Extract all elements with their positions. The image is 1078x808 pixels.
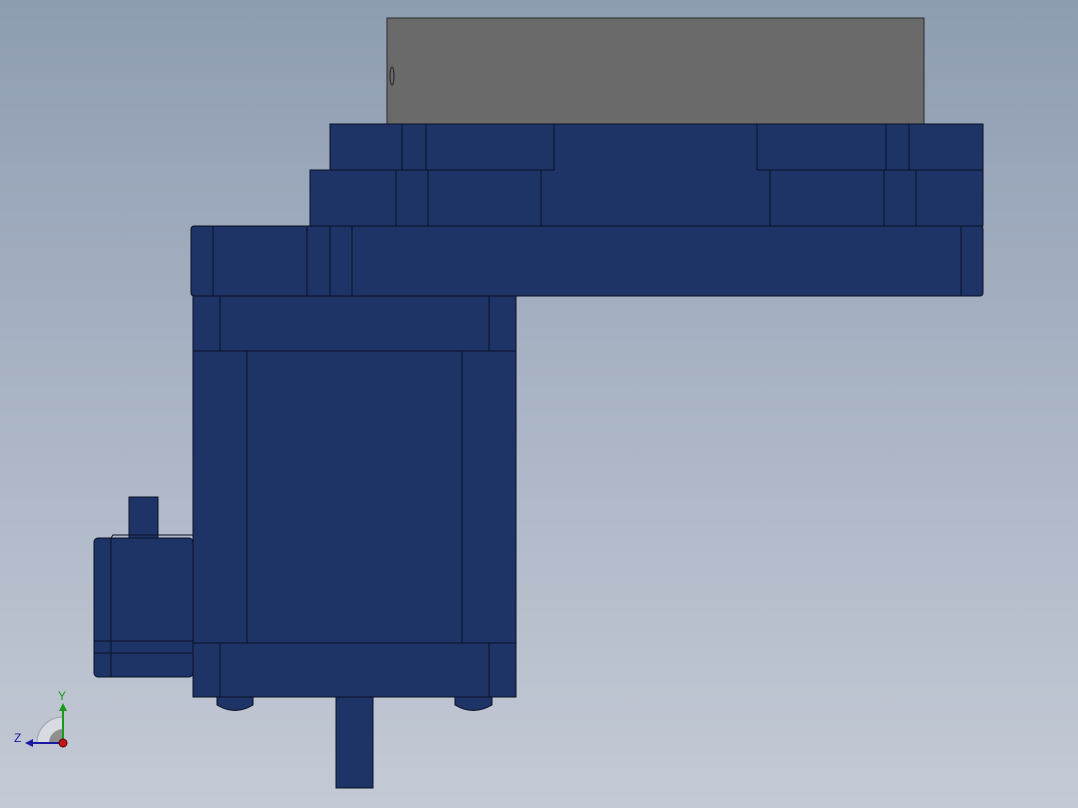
- gray-top-cap[interactable]: [386, 17, 925, 125]
- orientation-triad: Y Z: [14, 689, 68, 748]
- y-axis-label: Y: [58, 689, 66, 703]
- model-view[interactable]: Y Z: [0, 0, 1078, 808]
- connector-pin[interactable]: [128, 496, 159, 539]
- horizontal-arm[interactable]: [190, 225, 984, 297]
- motor-shaft[interactable]: [335, 696, 374, 789]
- y-axis-arrow-icon: [59, 703, 67, 711]
- motor-body[interactable]: [192, 295, 517, 698]
- z-axis-label: Z: [14, 731, 21, 745]
- left-step-block[interactable]: [309, 169, 397, 227]
- connector-housing[interactable]: [93, 537, 194, 678]
- x-axis-dot-icon: [58, 738, 68, 748]
- z-axis-arrow-icon: [25, 739, 33, 747]
- screw-head[interactable]: [454, 696, 493, 711]
- screw-head[interactable]: [216, 696, 254, 711]
- cad-graphics-viewport[interactable]: Y Z: [0, 0, 1078, 808]
